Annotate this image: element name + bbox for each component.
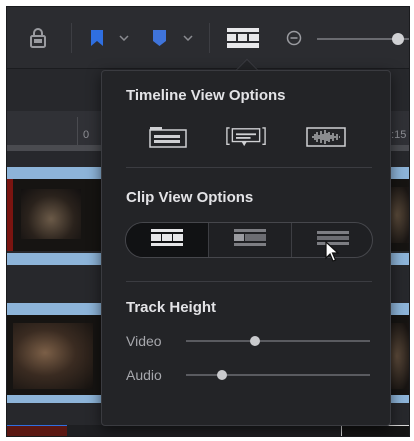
- stacked-timelines-icon[interactable]: [148, 125, 188, 149]
- mouse-pointer-icon: [325, 240, 341, 268]
- audio-height-slider-knob[interactable]: [217, 370, 227, 380]
- thumbnail-view-icon: [234, 228, 266, 252]
- video-height-label: Video: [126, 333, 162, 349]
- audio-waveform-icon[interactable]: [306, 125, 346, 149]
- filmstrip-view-icon: [151, 228, 183, 252]
- timeline-view-options-title: Timeline View Options: [126, 87, 286, 104]
- toolbar-divider: [71, 23, 72, 53]
- audio-height-slider[interactable]: [186, 369, 370, 381]
- timeline-view-options-icon[interactable]: [225, 25, 261, 51]
- marker-icon[interactable]: [151, 29, 167, 47]
- subtitle-track-icon[interactable]: [226, 125, 266, 149]
- filmstrip-view-button[interactable]: [126, 223, 208, 257]
- slider-track: [186, 374, 370, 376]
- zoom-out-icon[interactable]: [285, 29, 303, 47]
- toolbar-divider: [209, 23, 210, 53]
- zoom-slider-knob[interactable]: [392, 33, 404, 45]
- timeline-view-options-popup: Timeline View Options Clip View Options …: [101, 70, 391, 426]
- audio-height-label: Audio: [126, 367, 162, 383]
- clip-view-options-title: Clip View Options: [126, 189, 254, 206]
- ruler-timecode-left: 0: [83, 129, 90, 141]
- section-divider: [126, 281, 372, 282]
- slider-track: [186, 340, 370, 342]
- chevron-down-icon[interactable]: [117, 31, 131, 45]
- ruler-tick: [77, 117, 78, 147]
- track-height-title: Track Height: [126, 299, 217, 316]
- section-divider: [126, 167, 372, 168]
- zoom-slider[interactable]: [317, 33, 409, 45]
- video-height-slider[interactable]: [186, 335, 370, 347]
- timeline-window: 0 3:15 Timeline View Options Clip View O…: [6, 6, 410, 437]
- video-height-slider-knob[interactable]: [250, 336, 260, 346]
- timeline-toolbar: [7, 7, 409, 69]
- chevron-down-icon[interactable]: [181, 31, 195, 45]
- flag-icon[interactable]: [89, 29, 105, 47]
- audio-track-strip: [7, 425, 409, 436]
- thumbnail-view-button[interactable]: [209, 223, 291, 257]
- lock-icon[interactable]: [27, 27, 49, 49]
